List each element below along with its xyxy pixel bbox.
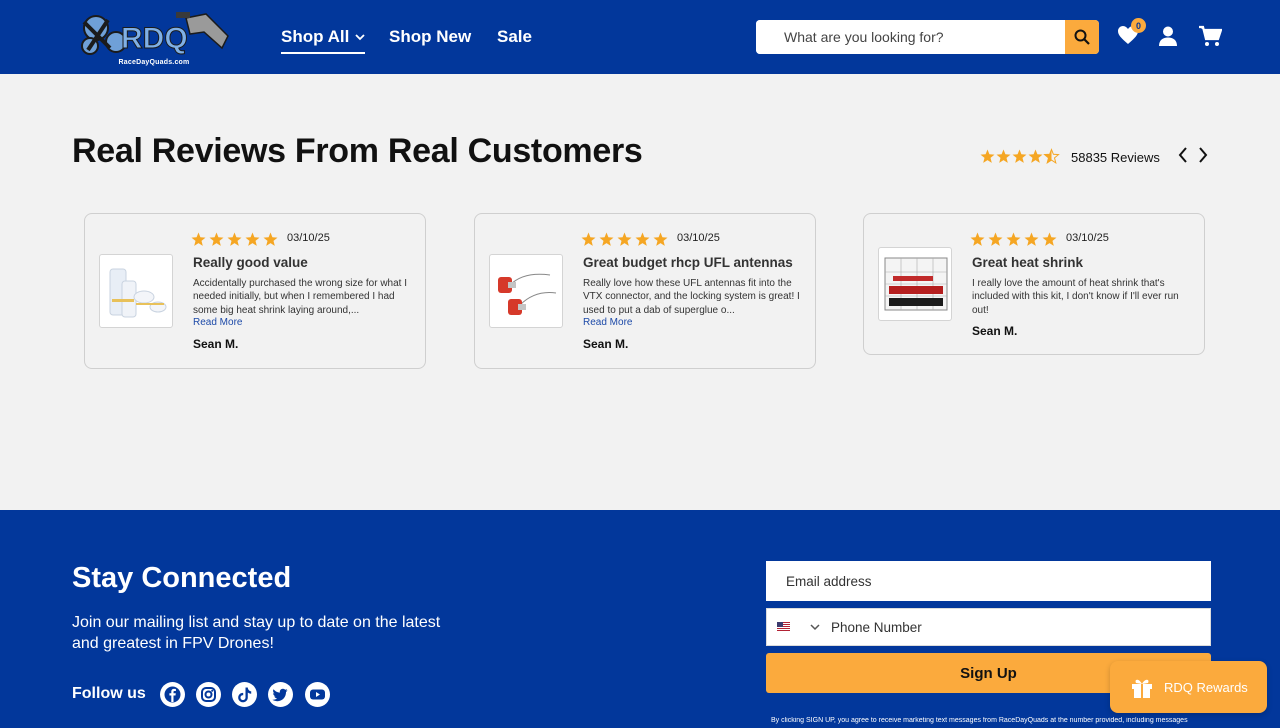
cart-icon bbox=[1199, 25, 1223, 46]
twitter-icon bbox=[272, 688, 288, 702]
newsletter-footer: Stay Connected Join our mailing list and… bbox=[0, 510, 1280, 728]
email-field[interactable] bbox=[766, 561, 1211, 601]
newsletter-title: Stay Connected bbox=[72, 562, 292, 594]
heat-shrink-kit-image bbox=[884, 257, 948, 311]
nav-sale[interactable]: Sale bbox=[497, 27, 532, 47]
review-body: I really love the amount of heat shrink … bbox=[972, 278, 1179, 316]
follow-label: Follow us bbox=[72, 685, 146, 702]
instagram-link[interactable] bbox=[196, 682, 221, 707]
rewards-label: RDQ Rewards bbox=[1164, 679, 1248, 695]
product-thumbnail[interactable] bbox=[489, 254, 563, 328]
search-icon bbox=[1074, 29, 1090, 45]
gift-icon bbox=[1132, 679, 1152, 698]
nav-shop-new[interactable]: Shop New bbox=[389, 27, 471, 47]
review-stars bbox=[191, 231, 281, 247]
sms-disclaimer: By clicking SIGN UP, you agree to receiv… bbox=[771, 717, 1188, 724]
search-button[interactable] bbox=[1065, 20, 1099, 54]
rating-stars bbox=[980, 148, 1060, 164]
review-stars bbox=[581, 231, 671, 247]
reviews-next-button[interactable] bbox=[1197, 146, 1215, 166]
account-button[interactable] bbox=[1157, 25, 1181, 49]
review-title: Great budget rhcp UFL antennas bbox=[583, 255, 793, 270]
product-thumbnail[interactable] bbox=[99, 254, 173, 328]
phone-field-wrapper bbox=[766, 608, 1211, 646]
youtube-link[interactable] bbox=[305, 682, 330, 707]
review-author: Sean M. bbox=[972, 324, 1018, 338]
rewards-button[interactable]: RDQ Rewards bbox=[1110, 661, 1267, 713]
wishlist-count-badge: 0 bbox=[1131, 18, 1146, 33]
five-stars-icon bbox=[191, 232, 278, 246]
phone-field[interactable] bbox=[831, 609, 1206, 645]
review-title: Great heat shrink bbox=[972, 255, 1084, 270]
twitter-link[interactable] bbox=[268, 682, 293, 707]
svg-text:RDQ: RDQ bbox=[121, 22, 188, 55]
reviews-prev-button[interactable] bbox=[1177, 146, 1195, 166]
five-stars-icon bbox=[970, 232, 1057, 246]
nav-shop-all-label: Shop All bbox=[281, 27, 350, 46]
rating-stars-icon bbox=[980, 149, 1059, 164]
read-more-link[interactable]: Read More bbox=[193, 317, 242, 328]
youtube-icon bbox=[310, 689, 325, 700]
logo-graphic: RDQ bbox=[81, 12, 229, 56]
user-icon bbox=[1159, 26, 1177, 46]
review-stars bbox=[970, 231, 1060, 247]
review-card: 03/10/25 Great budget rhcp UFL antennas … bbox=[474, 213, 816, 369]
facebook-link[interactable] bbox=[160, 682, 185, 707]
tiktok-link[interactable] bbox=[232, 682, 257, 707]
site-header: RDQ RaceDayQuads.com Shop All Shop New S… bbox=[0, 0, 1280, 74]
five-stars-icon bbox=[581, 232, 668, 246]
instagram-icon bbox=[201, 687, 216, 702]
nav-shop-all[interactable]: Shop All bbox=[281, 27, 366, 54]
newsletter-subtitle: Join our mailing list and stay up to dat… bbox=[72, 614, 441, 652]
chevron-left-icon bbox=[1178, 147, 1187, 163]
review-body: Really love how these UFL antennas fit i… bbox=[583, 278, 800, 316]
logo-text: RaceDayQuads.com bbox=[118, 59, 190, 66]
product-thumbnail[interactable] bbox=[878, 247, 952, 321]
tiktok-icon bbox=[238, 687, 252, 703]
review-date: 03/10/25 bbox=[1066, 232, 1109, 244]
review-author: Sean M. bbox=[193, 337, 239, 351]
chevron-right-icon bbox=[1199, 147, 1208, 163]
review-card: 03/10/25 Great heat shrink I really love… bbox=[863, 213, 1205, 355]
facebook-icon bbox=[164, 686, 181, 703]
review-date: 03/10/25 bbox=[287, 232, 330, 244]
review-author: Sean M. bbox=[583, 337, 629, 351]
site-logo[interactable]: RDQ RaceDayQuads.com bbox=[76, 8, 232, 66]
review-date: 03/10/25 bbox=[677, 232, 720, 244]
antenna-image bbox=[498, 273, 557, 315]
reviews-title: Real Reviews From Real Customers bbox=[72, 132, 643, 170]
review-card: 03/10/25 Really good value Accidentally … bbox=[84, 213, 426, 369]
review-body: Accidentally purchased the wrong size fo… bbox=[193, 278, 407, 316]
cart-button[interactable] bbox=[1198, 25, 1223, 49]
review-title: Really good value bbox=[193, 255, 308, 270]
chevron-down-icon bbox=[355, 33, 365, 40]
search-input[interactable] bbox=[756, 20, 1065, 54]
heat-shrink-image bbox=[109, 268, 167, 318]
chevron-down-icon[interactable] bbox=[809, 621, 821, 633]
search-bar bbox=[756, 20, 1099, 54]
read-more-link[interactable]: Read More bbox=[583, 317, 632, 328]
us-flag-icon[interactable] bbox=[777, 622, 790, 631]
reviews-count: 58835 Reviews bbox=[1071, 150, 1160, 165]
